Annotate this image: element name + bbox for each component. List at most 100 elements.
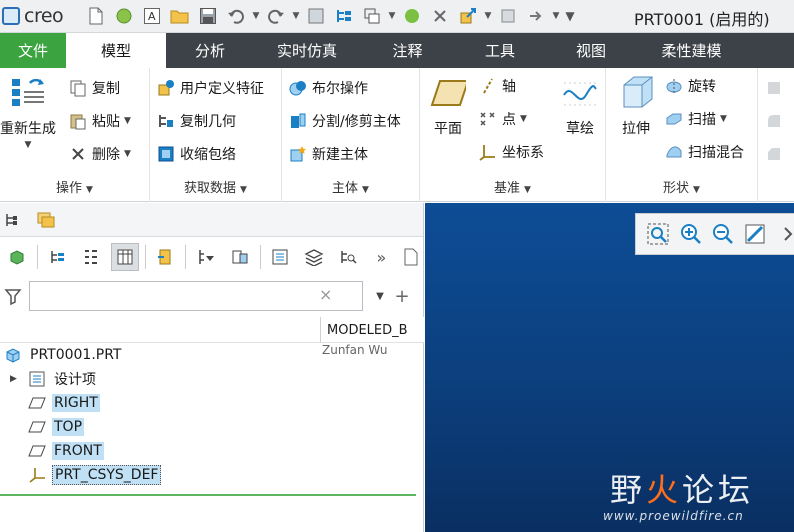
tab-flexible-modeling[interactable]: 柔性建模 bbox=[637, 33, 746, 68]
tree-item-front-plane[interactable]: FRONT bbox=[0, 439, 424, 463]
datum-plane-icon bbox=[28, 395, 46, 411]
redo-dropdown-icon[interactable]: ▼ bbox=[291, 5, 301, 27]
model-tree-tab-icon[interactable] bbox=[0, 208, 24, 232]
clear-search-icon[interactable]: × bbox=[319, 285, 332, 304]
plane-button[interactable]: 平面 bbox=[426, 76, 470, 138]
view-more-icon[interactable] bbox=[775, 219, 794, 249]
relations-dropdown-icon[interactable]: ▼ bbox=[483, 5, 493, 27]
tab-analysis[interactable]: 分析 bbox=[166, 33, 254, 68]
sweep-dropdown-icon[interactable]: ▼ bbox=[720, 114, 727, 124]
sketch-button[interactable]: 草绘 bbox=[558, 76, 602, 138]
tree-item-csys[interactable]: PRT_CSYS_DEF bbox=[0, 463, 424, 487]
model-tree-quick-icon[interactable] bbox=[333, 5, 355, 27]
axis-button[interactable]: 轴 bbox=[478, 76, 516, 96]
component-cube-icon[interactable] bbox=[3, 243, 31, 271]
group-label-datum[interactable]: 基准 ▼ bbox=[420, 177, 605, 196]
logo-text: creo bbox=[24, 5, 64, 27]
green-ball-icon[interactable] bbox=[113, 5, 135, 27]
customize-toolbar-icon[interactable]: ▼ bbox=[563, 5, 577, 27]
shrinkwrap-button[interactable]: 收缩包络 bbox=[156, 144, 236, 164]
group-label-body[interactable]: 主体 ▼ bbox=[282, 177, 419, 196]
tree-search-input[interactable] bbox=[29, 281, 363, 311]
chamfer-button[interactable] bbox=[764, 144, 788, 164]
extrude-button[interactable]: 拉伸 bbox=[614, 76, 658, 138]
delete-dropdown-icon[interactable]: ▼ bbox=[124, 149, 131, 159]
repaint-icon[interactable] bbox=[742, 219, 768, 249]
point-button[interactable]: 点 ▼ bbox=[478, 109, 527, 129]
column-header-modeled-by[interactable]: MODELED_B bbox=[320, 317, 416, 343]
document-icon[interactable] bbox=[401, 243, 421, 271]
expand-arrow-icon[interactable]: ▶ bbox=[10, 374, 22, 384]
refit-icon[interactable] bbox=[645, 219, 671, 249]
relations-icon[interactable] bbox=[457, 5, 479, 27]
tab-annotate[interactable]: 注释 bbox=[360, 33, 455, 68]
layer-tree-icon[interactable] bbox=[226, 243, 254, 271]
group-label-get-data[interactable]: 获取数据 ▼ bbox=[150, 177, 281, 196]
tree-item-right-plane[interactable]: RIGHT bbox=[0, 391, 424, 415]
undo-dropdown-icon[interactable]: ▼ bbox=[251, 5, 261, 27]
zoom-out-icon[interactable] bbox=[710, 219, 736, 249]
zoom-in-icon[interactable] bbox=[677, 219, 703, 249]
delete-button[interactable]: 删除 ▼ bbox=[68, 144, 131, 164]
windows-icon[interactable] bbox=[361, 5, 383, 27]
save-icon[interactable] bbox=[197, 5, 219, 27]
filter-dropdown-icon[interactable]: ▼ bbox=[369, 291, 391, 302]
tree-columns-icon[interactable] bbox=[110, 243, 139, 271]
export-icon[interactable] bbox=[525, 5, 547, 27]
windows-dropdown-icon[interactable]: ▼ bbox=[387, 5, 397, 27]
regenerate-button[interactable]: 重新生成 ▼ bbox=[0, 76, 60, 150]
tree-filters-icon[interactable] bbox=[77, 243, 105, 271]
more-tools-icon[interactable]: » bbox=[368, 243, 396, 271]
copy-button[interactable]: 复制 bbox=[68, 78, 120, 98]
point-dropdown-icon[interactable]: ▼ bbox=[520, 114, 527, 124]
layer-icon[interactable] bbox=[497, 5, 519, 27]
close-window-icon[interactable] bbox=[429, 5, 451, 27]
undo-icon[interactable] bbox=[225, 5, 247, 27]
boolean-operations-button[interactable]: 布尔操作 bbox=[288, 78, 368, 98]
folder-browser-tab-icon[interactable] bbox=[34, 208, 58, 232]
graphics-viewport[interactable]: 野火论坛 www.proewildfire.cn bbox=[425, 203, 794, 532]
tab-model[interactable]: 模型 bbox=[66, 33, 166, 68]
hole-button[interactable] bbox=[764, 78, 788, 98]
paste-button[interactable]: 粘贴 ▼ bbox=[68, 111, 131, 131]
filter-funnel-icon[interactable] bbox=[0, 287, 26, 305]
tab-tools[interactable]: 工具 bbox=[455, 33, 545, 68]
paste-dropdown-icon[interactable]: ▼ bbox=[124, 116, 131, 126]
sweep-button[interactable]: 扫描 ▼ bbox=[664, 109, 727, 129]
show-tree-icon[interactable] bbox=[44, 243, 72, 271]
add-filter-icon[interactable]: + bbox=[391, 286, 413, 307]
insert-here-icon[interactable] bbox=[152, 243, 180, 271]
layers-stack-icon[interactable] bbox=[300, 243, 328, 271]
export-dropdown-icon[interactable]: ▼ bbox=[551, 5, 561, 27]
regenerate-quick-icon[interactable] bbox=[305, 5, 327, 27]
revolve-button[interactable]: 旋转 bbox=[664, 76, 716, 96]
sweep-label: 扫描 bbox=[688, 112, 716, 128]
swept-blend-button[interactable]: 扫描混合 bbox=[664, 142, 744, 162]
toolbar-separator bbox=[185, 245, 187, 269]
regenerate-dropdown-icon[interactable]: ▼ bbox=[25, 140, 32, 150]
tab-live-simulation[interactable]: 实时仿真 bbox=[254, 33, 360, 68]
new-body-button[interactable]: 新建主体 bbox=[288, 144, 368, 164]
group-label-shapes[interactable]: 形状 ▼ bbox=[606, 177, 757, 196]
open-folder-icon[interactable] bbox=[169, 5, 191, 27]
green-sphere-icon[interactable] bbox=[401, 5, 423, 27]
new-file-icon[interactable] bbox=[85, 5, 107, 27]
settings-filter-icon[interactable] bbox=[192, 243, 220, 271]
split-trim-body-button[interactable]: 分割/修剪主体 bbox=[288, 111, 401, 131]
design-items-icon bbox=[28, 371, 46, 387]
tree-item-top-plane[interactable]: TOP bbox=[0, 415, 424, 439]
tab-file[interactable]: 文件 bbox=[0, 33, 66, 68]
redo-icon[interactable] bbox=[265, 5, 287, 27]
round-button[interactable] bbox=[764, 111, 788, 131]
copy-geometry-button[interactable]: 复制几何 bbox=[156, 111, 236, 131]
group-label-operations[interactable]: 操作 ▼ bbox=[0, 177, 149, 196]
insert-here-indicator[interactable] bbox=[0, 494, 416, 496]
tab-view[interactable]: 视图 bbox=[545, 33, 637, 68]
tree-item-design-items[interactable]: ▶ 设计项 bbox=[0, 367, 424, 391]
find-icon[interactable] bbox=[334, 243, 362, 271]
forum-watermark: 野火论坛 bbox=[610, 471, 755, 509]
list-icon[interactable] bbox=[267, 243, 295, 271]
udf-button[interactable]: 用户定义特征 bbox=[156, 78, 264, 98]
coordinate-system-button[interactable]: 坐标系 bbox=[478, 142, 544, 162]
text-a-icon[interactable]: A bbox=[141, 5, 163, 27]
